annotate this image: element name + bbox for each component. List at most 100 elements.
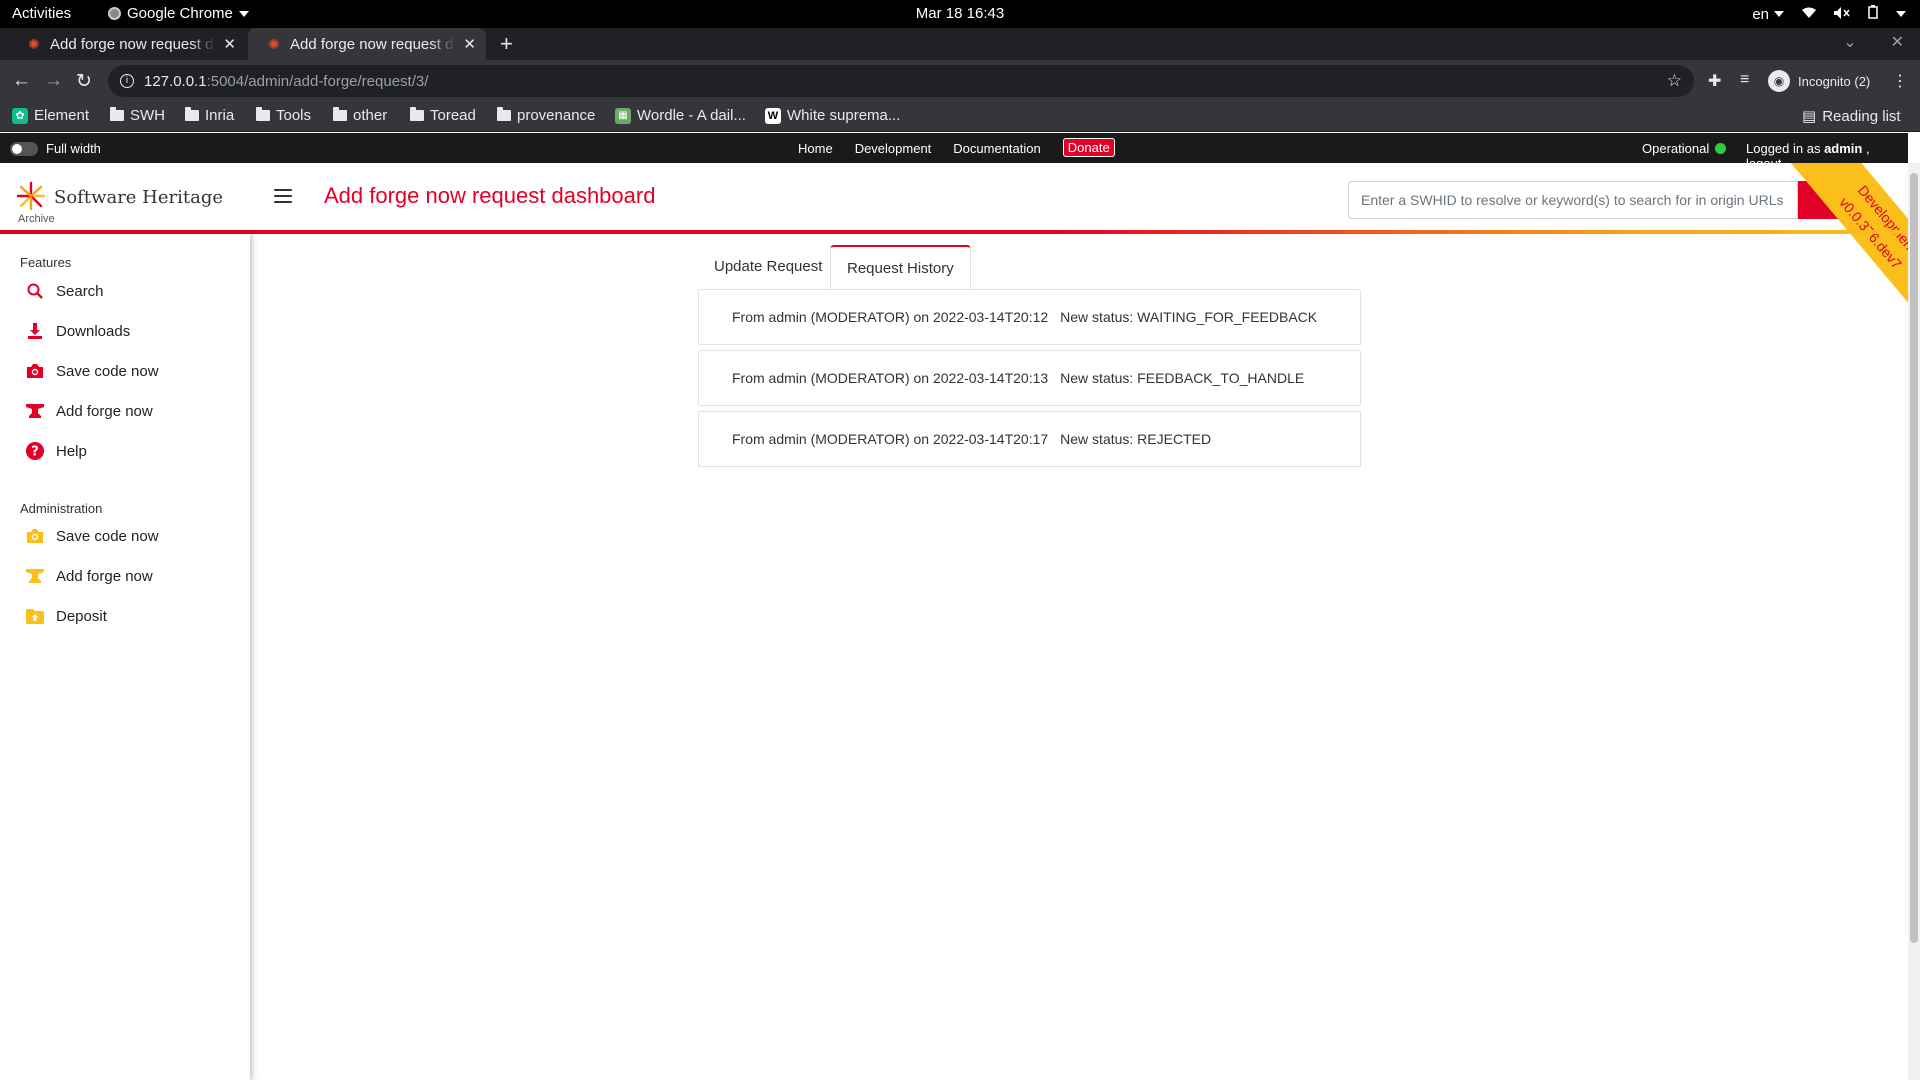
status-dot-icon <box>1715 143 1727 154</box>
donate-button[interactable]: Donate <box>1062 138 1115 157</box>
swh-top-navbar: Full width Home Development Documentatio… <box>0 133 1908 171</box>
anvil-icon <box>26 402 44 420</box>
page-content: Software Heritage Archive Add forge now … <box>0 163 1908 1080</box>
wordle-icon: ▦ <box>615 107 631 124</box>
folder-icon <box>256 107 270 121</box>
reading-list[interactable]: ▤ Reading list <box>1802 107 1901 126</box>
folder-upload-icon <box>26 607 44 625</box>
bookmark-label: Wordle - A dail... <box>637 107 746 124</box>
window-close-icon[interactable]: ✕ <box>1891 32 1904 52</box>
sidebar-item-label: Deposit <box>56 607 107 625</box>
sidebar-item-deposit[interactable]: Deposit <box>26 607 107 625</box>
search-input[interactable]: Enter a SWHID to resolve or keyword(s) t… <box>1348 181 1798 219</box>
full-width-toggle[interactable] <box>10 142 38 156</box>
hamburger-menu-icon[interactable] <box>274 189 292 203</box>
logged-in-prefix: Logged in as <box>1746 141 1825 156</box>
logo-name: Software Heritage <box>54 187 224 208</box>
bookmark-wikipedia[interactable]: W White suprema... <box>765 107 900 124</box>
browser-tab-active[interactable]: ✺ Add forge now request dashboard ✕ <box>248 28 486 60</box>
nav-home-link[interactable]: Home <box>798 141 833 160</box>
close-icon[interactable]: ✕ <box>463 35 476 53</box>
tab-update-request[interactable]: Update Request <box>698 245 838 290</box>
app-name: Google Chrome <box>127 5 233 22</box>
bookmark-folder-tools[interactable]: Tools <box>256 107 311 124</box>
swh-favicon-icon: ✺ <box>268 36 280 52</box>
sidebar-item-label: Add forge now <box>56 402 153 420</box>
reload-icon[interactable]: ↻ <box>76 70 92 93</box>
tab-search-icon[interactable]: ⌄ <box>1843 32 1856 52</box>
bookmark-star-icon[interactable]: ☆ <box>1667 71 1682 91</box>
bookmark-element[interactable]: ✿ Element <box>12 107 89 124</box>
history-entry-from: From admin (MODERATOR) on 2022-03-14T20:… <box>732 431 1049 447</box>
reading-list-label: Reading list <box>1822 107 1901 125</box>
username[interactable]: admin <box>1824 141 1862 156</box>
system-top-bar: Activities Google Chrome Mar 18 16:43 en <box>0 0 1920 28</box>
bookmark-label: Inria <box>205 107 235 124</box>
system-tray[interactable]: en <box>1752 5 1906 23</box>
bookmark-folder-inria[interactable]: Inria <box>185 107 234 124</box>
bookmark-folder-toread[interactable]: Toread <box>410 107 476 124</box>
status-indicator[interactable]: Operational <box>1642 141 1727 156</box>
sidebar-item-admin-save-code-now[interactable]: Save code now <box>26 527 159 545</box>
bookmark-wordle[interactable]: ▦ Wordle - A dail... <box>615 107 746 124</box>
url-path: :5004/admin/add-forge/request/3/ <box>206 72 429 90</box>
tab-title: Add forge now request dashboard <box>50 35 215 53</box>
folder-icon <box>497 107 511 121</box>
address-bar[interactable]: i 127.0.0.1:5004/admin/add-forge/request… <box>108 65 1694 97</box>
incognito-label: Incognito (2) <box>1798 73 1871 89</box>
bookmark-folder-provenance[interactable]: provenance <box>497 107 595 124</box>
sidebar-item-admin-add-forge-now[interactable]: Add forge now <box>26 567 153 585</box>
search-icon <box>26 282 44 300</box>
logo-subtitle: Archive <box>18 213 55 225</box>
bookmark-folder-swh[interactable]: SWH <box>110 107 165 124</box>
battery-icon <box>1868 5 1878 23</box>
info-icon[interactable]: i <box>120 74 134 88</box>
nav-documentation-link[interactable]: Documentation <box>953 141 1040 160</box>
folder-icon <box>110 107 124 121</box>
sidebar-item-label: Save code now <box>56 527 159 545</box>
history-entry-status: New status: FEEDBACK_TO_HANDLE <box>1060 370 1305 386</box>
menu-kebab-icon[interactable]: ⋮ <box>1892 71 1908 91</box>
sidebar-item-help[interactable]: ? Help <box>26 442 87 460</box>
browser-toolbar: ← → ↻ i 127.0.0.1:5004/admin/add-forge/r… <box>0 60 1920 102</box>
sidebar-item-label: Save code now <box>56 362 159 380</box>
url-host: 127.0.0.1 <box>144 72 207 90</box>
incognito-indicator[interactable]: ◉ Incognito (2) <box>1768 67 1870 95</box>
camera-icon <box>26 362 44 380</box>
swh-logo-icon <box>16 181 46 211</box>
scrollbar-thumb[interactable] <box>1910 173 1918 943</box>
header-gradient-line <box>0 230 1908 234</box>
wikipedia-icon: W <box>765 107 781 124</box>
nav-development-link[interactable]: Development <box>855 141 932 160</box>
element-icon: ✿ <box>12 107 28 124</box>
media-icon[interactable]: ≡ <box>1740 71 1749 89</box>
browser-tab[interactable]: ✺ Add forge now request dashboard ✕ <box>8 28 246 60</box>
sidebar-item-downloads[interactable]: Downloads <box>26 322 130 340</box>
sidebar-item-search[interactable]: Search <box>26 282 104 300</box>
wifi-icon <box>1802 6 1816 23</box>
bookmark-label: White suprema... <box>787 107 901 124</box>
language-indicator[interactable]: en <box>1752 6 1769 23</box>
new-tab-button[interactable]: + <box>500 31 513 57</box>
app-menu[interactable]: Google Chrome <box>108 5 249 22</box>
close-icon[interactable]: ✕ <box>223 35 236 53</box>
chrome-icon <box>108 7 121 20</box>
history-entry-from: From admin (MODERATOR) on 2022-03-14T20:… <box>732 309 1049 325</box>
incognito-icon: ◉ <box>1768 70 1790 92</box>
sidebar-item-add-forge-now[interactable]: Add forge now <box>26 402 153 420</box>
bookmark-folder-other[interactable]: other <box>333 107 387 124</box>
bookmark-label: Element <box>34 107 90 124</box>
extensions-icon[interactable]: ✚ <box>1708 71 1721 91</box>
bookmark-label: provenance <box>517 107 596 124</box>
status-label: Operational <box>1642 141 1710 156</box>
back-icon[interactable]: ← <box>12 70 31 92</box>
forward-icon[interactable]: → <box>44 70 63 92</box>
clock[interactable]: Mar 18 16:43 <box>916 5 1004 22</box>
list-item: From admin (MODERATOR) on 2022-03-14T20:… <box>698 411 1361 467</box>
activities-button[interactable]: Activities <box>12 5 71 22</box>
sidebar-item-save-code-now[interactable]: Save code now <box>26 362 159 380</box>
swh-logo[interactable]: Software Heritage Archive <box>16 181 224 225</box>
page-scrollbar[interactable] <box>1908 163 1920 1080</box>
camera-icon <box>26 527 44 545</box>
tab-request-history[interactable]: Request History <box>830 245 971 291</box>
